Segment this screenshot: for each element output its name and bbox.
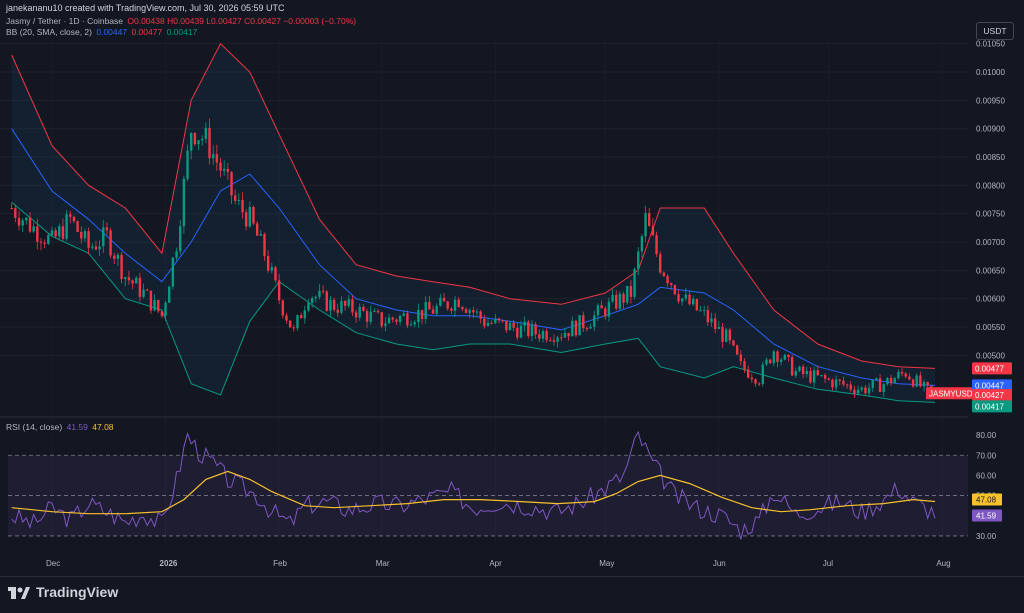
candle	[296, 314, 299, 331]
y-tick-label: 0.00550	[976, 323, 1005, 332]
y-tick-label: 0.01000	[976, 68, 1005, 77]
svg-text:JASMYUSDT: JASMYUSDT	[929, 389, 978, 398]
x-tick-label: Mar	[376, 559, 390, 568]
candle	[32, 222, 35, 234]
y-tick-label: 0.00500	[976, 351, 1005, 360]
candle	[281, 299, 285, 319]
x-tick-label: Jun	[713, 559, 726, 568]
rsi-ma-value: 47.08	[92, 422, 114, 432]
candle	[757, 381, 761, 387]
y-tick-label: 0.00700	[976, 238, 1005, 247]
candle	[618, 291, 622, 312]
candle	[182, 175, 186, 234]
candle	[655, 231, 658, 257]
candle	[380, 311, 383, 329]
candle	[299, 312, 303, 319]
candle	[754, 378, 757, 387]
y-tick-label: 0.01050	[976, 40, 1005, 49]
x-tick-label: May	[599, 559, 614, 568]
y-tick-label: 0.00900	[976, 125, 1005, 134]
candle	[724, 327, 728, 343]
candle	[644, 205, 647, 243]
brand-name: TradingView	[36, 584, 119, 600]
candle	[578, 315, 581, 336]
price-tag: 0.00477	[972, 362, 1012, 375]
svg-text:0.00417: 0.00417	[975, 402, 1004, 411]
x-tick-label: Feb	[273, 559, 287, 568]
x-tick-label: Aug	[936, 559, 950, 568]
candle	[157, 299, 160, 314]
candle	[659, 251, 662, 275]
tradingview-logo[interactable]: TradingView	[8, 584, 118, 600]
candle	[626, 285, 629, 305]
y-tick-label: 0.00800	[976, 181, 1005, 190]
x-tick-label: 2026	[160, 559, 178, 568]
price-tag: 0.00417	[972, 400, 1012, 413]
svg-text:0.00477: 0.00477	[975, 364, 1004, 373]
rsi-value: 41.59	[66, 422, 88, 432]
svg-text:47.08: 47.08	[976, 495, 997, 504]
rsi-y-tick-label: 80.00	[976, 431, 997, 440]
candle	[735, 344, 739, 356]
candle	[149, 290, 153, 315]
candle	[303, 305, 306, 324]
candle	[120, 251, 123, 284]
rsi-y-tick-label: 70.00	[976, 451, 997, 460]
candle	[43, 239, 46, 249]
x-tick-label: Jul	[823, 559, 833, 568]
candle	[10, 203, 13, 210]
rsi-legend: RSI (14, close) 41.59 47.08	[6, 422, 116, 432]
candle	[750, 373, 754, 383]
y-tick-label: 0.00950	[976, 96, 1005, 105]
candle	[65, 210, 68, 241]
rsi-y-tick-label: 30.00	[976, 532, 997, 541]
y-tick-label: 0.00850	[976, 153, 1005, 162]
svg-text:41.59: 41.59	[976, 512, 997, 521]
price-tag: 0.00427	[972, 389, 1012, 401]
candle	[168, 285, 171, 303]
price-tag: JASMYUSDT	[926, 387, 978, 400]
candle	[292, 324, 296, 332]
candle	[274, 265, 277, 283]
svg-text:0.00427: 0.00427	[975, 391, 1004, 400]
candle	[252, 205, 255, 226]
candle	[790, 354, 794, 377]
rsi-y-tick-label: 60.00	[976, 471, 997, 480]
candle	[640, 233, 644, 258]
candle	[171, 256, 175, 290]
candle	[325, 290, 328, 312]
bb-fill	[11, 43, 935, 403]
candle	[673, 284, 677, 296]
candle	[648, 207, 651, 227]
candle	[193, 132, 197, 147]
candle	[527, 319, 530, 339]
candle	[39, 238, 43, 251]
footer-bar	[0, 576, 1024, 613]
y-tick-label: 0.00600	[976, 295, 1005, 304]
candle	[288, 320, 292, 328]
rsi-label[interactable]: RSI (14, close)	[6, 422, 62, 432]
candle	[109, 227, 112, 259]
candle	[911, 378, 915, 388]
candle	[633, 267, 636, 300]
candle	[47, 232, 50, 246]
x-tick-label: Dec	[46, 559, 60, 568]
candle	[14, 204, 17, 223]
candle	[21, 218, 24, 232]
candle	[761, 361, 765, 387]
candle	[651, 217, 655, 237]
tradingview-logo-icon	[8, 587, 30, 599]
candle	[574, 319, 578, 338]
candle	[160, 310, 164, 319]
candle	[25, 217, 28, 225]
rsi-price-tag: 47.08	[972, 493, 1002, 506]
candle	[285, 312, 288, 324]
candle	[76, 220, 79, 233]
y-tick-label: 0.00650	[976, 266, 1005, 275]
candle	[695, 298, 699, 312]
rsi-price-tag: 41.59	[972, 509, 1002, 522]
price-chart[interactable]: 0.01050 0.01000 0.00950 0.00900 0.00850 0.008…	[0, 0, 1024, 576]
y-tick-label: 0.00750	[976, 210, 1005, 219]
x-tick-label: Apr	[489, 559, 502, 568]
